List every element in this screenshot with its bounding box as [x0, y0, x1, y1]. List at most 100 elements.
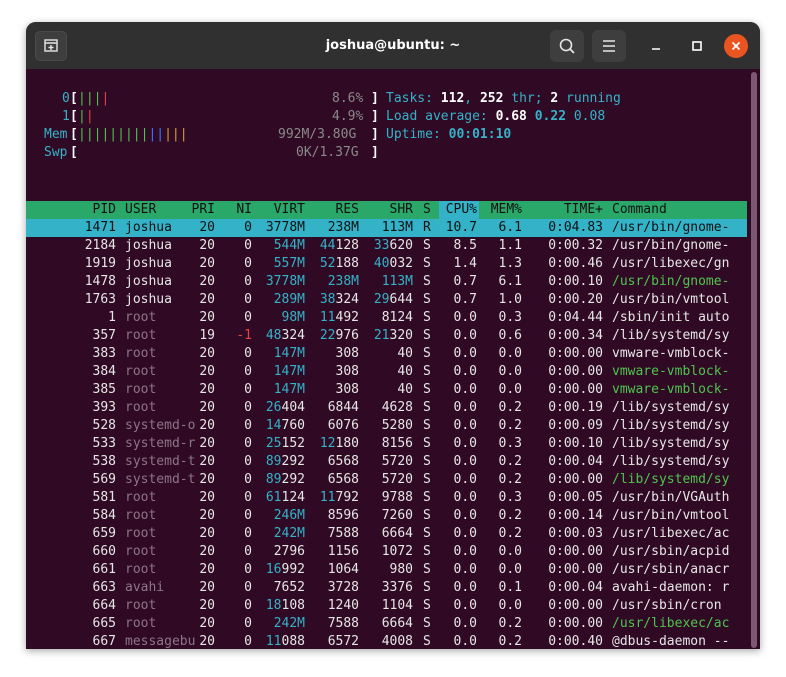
cell-user: systemd-r [125, 436, 196, 451]
process-row[interactable]: 384 root 20 0 147M 308 40 S 0.0 0.0 0:00.00 vmware-… [26, 363, 747, 381]
process-row[interactable]: 660 root 20 0 2796 1156 1072 S 0.0 0.0 0:00.00/usr… [26, 543, 747, 561]
cell-cpu: 0.0 [453, 616, 477, 631]
menu-button[interactable] [592, 30, 626, 62]
maximize-icon [692, 41, 702, 51]
process-row[interactable]: 667 messagebu 20 0 11088 6572 4008 S 0.0 0.2 0:00.… [26, 633, 747, 649]
cell-s: S [423, 454, 431, 469]
process-row[interactable]: 533 systemd-r 20 0 25152 12180 8156 S 0.0 0.3 0:00… [26, 435, 747, 453]
cell-shr: 8156 [381, 436, 413, 451]
cell-s: S [423, 274, 431, 289]
process-row[interactable]: 393 root 20 0 26404 6844 4628 S 0.0 0.2 0:00.19/li… [26, 399, 747, 417]
cell-res: 8596 [327, 508, 359, 523]
process-row[interactable]: 665 root 20 0 242M 7588 6664 S 0.0 0.2 0:00.00/usr… [26, 615, 747, 633]
cell-pid: 667 [92, 634, 116, 649]
cell-cmd: /usr/sbin/acpid [612, 544, 730, 559]
cell-mem: 0.2 [498, 472, 522, 487]
cell-cmd: /usr/bin/gnome- [612, 220, 730, 235]
cell-cmd: /lib/systemd/sy [612, 418, 730, 433]
column-header-pri[interactable]: PRI [192, 201, 215, 219]
minimize-button[interactable] [644, 34, 668, 58]
cell-s: S [423, 328, 431, 343]
process-row[interactable]: 661 root 20 0 16992 1064 980 S 0.0 0.0 0:00.00/usr… [26, 561, 747, 579]
cell-user: systemd-o [125, 418, 196, 433]
cell-pri: 20 [199, 634, 215, 649]
cell-time: 0:00.00 [548, 382, 603, 397]
cell-shr: 113M [381, 220, 413, 235]
process-row[interactable]: 538 systemd-t 20 0 89292 6568 5720 S 0.0 0.2 0:00.… [26, 453, 747, 471]
cell-time: 0:00.00 [548, 562, 603, 577]
process-row[interactable]: 1471 joshua 20 0 3778M 238M 113M R 10.7 6.1 0:04.8… [26, 219, 747, 237]
cell-virt: 289M [273, 292, 305, 307]
column-header-virt[interactable]: VIRT [274, 201, 305, 219]
tasks-summary: Tasks: 112, 252 thr; 2 running [386, 91, 621, 106]
load-average: Load average: 0.68 0.22 0.08 [386, 109, 606, 124]
scrollbar[interactable] [751, 72, 757, 648]
cell-virt: 14760 [265, 418, 305, 433]
cell-shr: 980 [389, 562, 413, 577]
close-button[interactable] [724, 34, 748, 58]
mem-bar: |||||||||||||| [78, 127, 188, 142]
cell-s: S [423, 346, 431, 361]
process-row[interactable]: 1763 joshua 20 0 289M 38324 29644 S 0.7 1.0 0:00.2… [26, 291, 747, 309]
maximize-button[interactable] [685, 34, 709, 58]
process-row[interactable]: 584 root 20 0 246M 8596 7260 S 0.0 0.2 0:00.14/usr… [26, 507, 747, 525]
process-row[interactable]: 569 systemd-t 20 0 89292 6568 5720 S 0.0 0.2 0:00.… [26, 471, 747, 489]
cell-cpu: 0.0 [453, 634, 477, 649]
cpu0-bar: |||| [78, 91, 110, 106]
uptime: Uptime: 00:01:10 [386, 127, 512, 142]
cell-pri: 20 [199, 292, 215, 307]
cell-ni: 0 [244, 274, 252, 289]
cell-shr: 1104 [381, 598, 413, 613]
process-row[interactable]: 663 avahi 20 0 7652 3728 3376 S 0.0 0.1 0:00.04 ava… [26, 579, 747, 597]
column-header-ni[interactable]: NI [236, 201, 252, 219]
process-row[interactable]: 385 root 20 0 147M 308 40 S 0.0 0.0 0:00.00 vmware-… [26, 381, 747, 399]
process-row[interactable]: 383 root 20 0 147M 308 40 S 0.0 0.0 0:00.00 vmware-… [26, 345, 747, 363]
cell-res: 1240 [327, 598, 359, 613]
cell-ni: 0 [244, 382, 252, 397]
column-header-user[interactable]: USER [125, 201, 156, 219]
process-row[interactable]: 581 root 20 0 61124 11792 9788 S 0.0 0.3 0:00.05/u… [26, 489, 747, 507]
cell-mem: 0.0 [498, 598, 522, 613]
cell-cpu: 0.0 [453, 526, 477, 541]
cell-mem: 0.2 [498, 454, 522, 469]
cell-shr: 21320 [373, 328, 413, 343]
cell-pid: 660 [92, 544, 116, 559]
process-row[interactable]: 1 root 20 0 98M 11492 8124 S 0.0 0.3 0:04.44/sbin/… [26, 309, 747, 327]
cell-virt: 2796 [273, 544, 305, 559]
cell-virt: 18108 [265, 598, 305, 613]
process-row[interactable]: 1478 joshua 20 0 3778M 238M 113M S 0.7 6.1 0:00.10… [26, 273, 747, 291]
column-header-s[interactable]: S [423, 201, 431, 219]
cell-s: S [423, 436, 431, 451]
cell-cmd: /sbin/init auto [612, 310, 730, 325]
column-header-res[interactable]: RES [336, 201, 359, 219]
cell-time: 0:00.00 [548, 616, 603, 631]
process-row[interactable]: 528 systemd-o 20 0 14760 6076 5280 S 0.0 0.2 0:00.… [26, 417, 747, 435]
search-button[interactable] [550, 30, 584, 62]
cell-virt: 26404 [265, 400, 305, 415]
terminal-area[interactable]: 0[|||| 8.6%] 1[|| 4.9%] Mem[||||||||||||||… [26, 69, 750, 649]
cell-mem: 0.2 [498, 400, 522, 415]
cell-res: 238M [327, 220, 359, 235]
process-row[interactable]: 1919 joshua 20 0 557M 52188 40032 S 1.4 1.3 0:00.4… [26, 255, 747, 273]
cell-pid: 584 [92, 508, 116, 523]
cell-cmd: /usr/bin/vmtool [612, 292, 730, 307]
process-row[interactable]: 664 root 20 0 18108 1240 1104 S 0.0 0.0 0:00.00/us… [26, 597, 747, 615]
column-header-shr[interactable]: SHR [390, 201, 413, 219]
column-header-cmd[interactable]: Command [612, 201, 667, 219]
cell-user: root [125, 328, 157, 343]
cell-mem: 0.2 [498, 508, 522, 523]
cell-pri: 20 [199, 508, 215, 523]
process-row[interactable]: 659 root 20 0 242M 7588 6664 S 0.0 0.2 0:00.03/usr… [26, 525, 747, 543]
cell-user: joshua [125, 292, 172, 307]
column-header-mem[interactable]: MEM% [491, 201, 522, 219]
cell-cmd: /usr/libexec/ac [612, 616, 730, 631]
column-header-cpu[interactable]: CPU% [446, 201, 477, 219]
cell-pri: 20 [199, 220, 215, 235]
column-header-time[interactable]: TIME+ [564, 201, 603, 219]
process-row[interactable]: 2184 joshua 20 0 544M 44128 33620 S 8.5 1.1 0:00.3… [26, 237, 747, 255]
cell-s: S [423, 310, 431, 325]
column-header-pid[interactable]: PID [93, 201, 116, 219]
cell-ni: 0 [244, 454, 252, 469]
cell-time: 0:00.05 [548, 490, 603, 505]
process-row[interactable]: 357 root 19 -1 48324 22976 21320 S 0.0 0.6 0:00.34… [26, 327, 747, 345]
